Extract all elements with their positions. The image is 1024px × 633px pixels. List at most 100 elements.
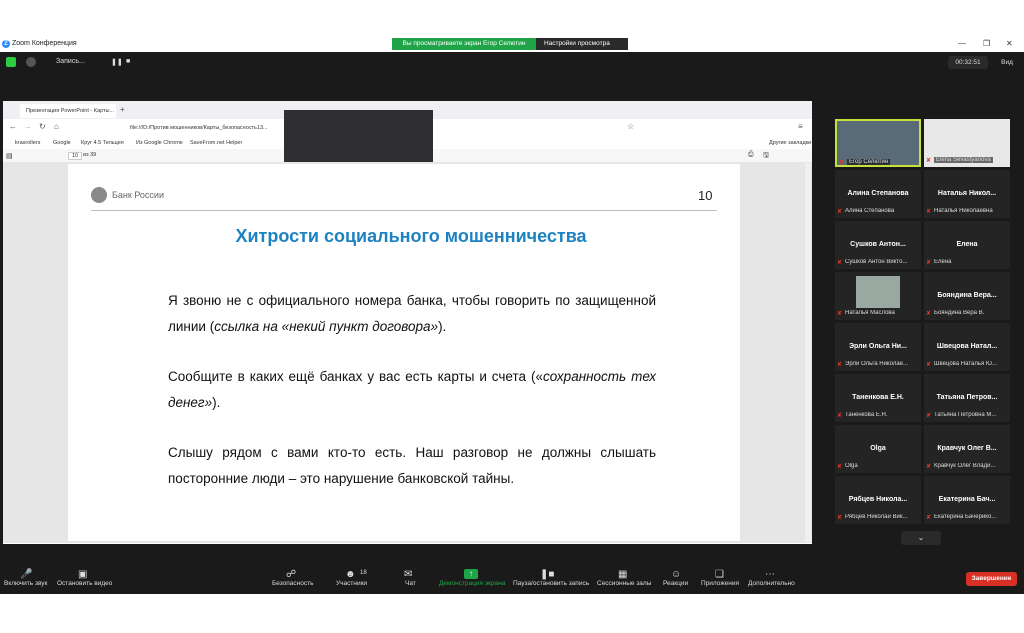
participant-label: Elena Sevastyanova	[934, 157, 993, 163]
bookmark-item[interactable]: Google	[53, 140, 71, 146]
shield-icon[interactable]	[6, 57, 16, 67]
pause-recording-icon[interactable]: ❚❚	[111, 58, 123, 66]
bookmark-item[interactable]: krasrollers	[15, 140, 40, 146]
stop-video-button[interactable]: Остановить видео	[57, 580, 112, 587]
muted-mic-icon: ✘	[837, 260, 843, 266]
browser-tab[interactable]: Презентация PowerPoint - Карты...	[20, 104, 116, 118]
participant-name: Татьяна Петров...	[936, 394, 998, 401]
participant-name: Таненкова Е.Н.	[852, 394, 904, 401]
breakout-rooms-button[interactable]: Сессионные залы	[597, 580, 651, 587]
stop-recording-icon[interactable]: ■	[126, 58, 130, 65]
restore-icon[interactable]: ❐	[983, 39, 990, 48]
menu-icon[interactable]: ≡	[798, 122, 803, 131]
other-bookmarks[interactable]: Другие закладки	[769, 140, 811, 146]
participant-tile[interactable]: Елена ✘ Елена	[924, 221, 1010, 269]
reactions-button[interactable]: Реакции	[663, 580, 688, 587]
muted-microphone-icon[interactable]: 🎤	[20, 569, 32, 580]
slide-number: 10	[698, 188, 713, 203]
slide-paragraph: Сообщите в каких ещё банках у вас есть к…	[168, 369, 656, 410]
view-button[interactable]: Вид	[994, 56, 1020, 69]
participant-label: Таненкова Е.Н.	[845, 412, 888, 418]
share-screen-button[interactable]: Демонстрация экрана	[439, 580, 505, 587]
share-screen-icon[interactable]: ↑	[464, 569, 478, 579]
participant-label: Сушков Антон Викто...	[845, 259, 908, 265]
reactions-icon[interactable]: ☺	[671, 569, 681, 580]
bookmark-item[interactable]: Круг 4.5 Тельцея	[81, 140, 124, 146]
muted-mic-icon: ✘	[926, 464, 932, 470]
bookmark-star-icon[interactable]: ☆	[627, 122, 634, 131]
apps-icon[interactable]: ❏	[715, 569, 724, 580]
participant-tile[interactable]: Татьяна Петров... ✘ Татьяна Петровна М...	[924, 374, 1010, 422]
reload-icon[interactable]: ↻	[39, 122, 46, 131]
participant-tile[interactable]: Рябцев Никола... ✘ Рябцев Николай Вик...	[835, 476, 921, 524]
muted-mic-icon: ✘	[926, 209, 932, 215]
print-icon[interactable]: ⎙	[748, 151, 754, 159]
security-shield-icon[interactable]: ☍	[286, 569, 296, 580]
view-settings-dropdown[interactable]: Настройки просмотра	[536, 38, 628, 50]
recording-label: Запись...	[56, 58, 85, 65]
video-camera-icon[interactable]: ▣	[78, 569, 87, 580]
participant-label: Егор Селютин	[847, 159, 891, 165]
participant-label: Эрли Ольга Николае...	[845, 361, 909, 367]
participant-tile[interactable]: ✘ Наталья Маслова	[835, 272, 921, 320]
participant-tile[interactable]: ✘ Егор Селютин	[835, 119, 921, 167]
forward-icon[interactable]: →	[24, 122, 32, 131]
participants-icon[interactable]: ☻	[345, 569, 356, 580]
more-icon[interactable]: ⋯	[765, 569, 775, 580]
participant-tile[interactable]: Бояндина Вера... ✘ Бояндина Вера В.	[924, 272, 1010, 320]
close-icon[interactable]: ✕	[1006, 39, 1013, 48]
participant-tile[interactable]: Алина Степанова ✘ Алина Степанова	[835, 170, 921, 218]
meeting-toolbar	[0, 567, 1024, 594]
participant-tile[interactable]: Швецова Натал... ✘ Швецова Наталья Ю...	[924, 323, 1010, 371]
participant-name: Olga	[870, 445, 886, 452]
record-control-button[interactable]: Пауза/остановить запись	[513, 580, 589, 587]
participant-name: Екатерина Бач...	[938, 496, 996, 503]
chevron-down-icon[interactable]: ⌄	[901, 531, 941, 545]
participant-tile[interactable]: Сушков Антон... ✘ Сушков Антон Викто...	[835, 221, 921, 269]
participant-tile[interactable]: Olga ✘ Olga	[835, 425, 921, 473]
muted-mic-icon: ✘	[837, 464, 843, 470]
sidebar-toggle-icon[interactable]: ▤	[6, 152, 13, 160]
participant-label: Кравчук Олег Влади...	[934, 463, 996, 469]
participant-tile[interactable]: Эрли Ольга Ни... ✘ Эрли Ольга Николае...	[835, 323, 921, 371]
slide-paragraph: Я звоню не с официального номера банка, …	[168, 293, 656, 334]
bookmark-item[interactable]: Из Google Chrome	[136, 140, 183, 146]
participant-name: Швецова Натал...	[936, 343, 998, 350]
page-number-input[interactable]: 10	[68, 152, 83, 160]
participant-label: Елена	[934, 259, 952, 265]
muted-mic-icon: ✘	[837, 515, 843, 521]
slide-divider	[91, 210, 717, 211]
apps-button[interactable]: Приложения	[701, 580, 739, 587]
participant-label: Наталья Николаевна	[934, 208, 993, 214]
breakout-rooms-icon[interactable]: ▦	[618, 569, 627, 580]
more-button[interactable]: Дополнительно	[748, 580, 795, 587]
occluding-window	[284, 110, 433, 162]
participant-tile[interactable]: Кравчук Олег В... ✘ Кравчук Олег Влади...	[924, 425, 1010, 473]
save-icon[interactable]: 🖫	[763, 151, 769, 162]
chat-button[interactable]: Чат	[405, 580, 416, 587]
participant-tile[interactable]: Екатерина Бач... ✘ Екатерина Бачерико...	[924, 476, 1010, 524]
participant-tile[interactable]: Наталья Никол... ✘ Наталья Николаевна	[924, 170, 1010, 218]
home-icon[interactable]: ⌂	[54, 122, 59, 131]
muted-mic-icon: ✘	[839, 160, 845, 166]
chat-icon[interactable]: ✉	[404, 569, 412, 580]
participant-tile[interactable]: ✘ Elena Sevastyanova	[924, 119, 1010, 167]
page-total: из 39	[83, 152, 97, 158]
participants-button[interactable]: Участники	[336, 580, 367, 587]
participant-tile[interactable]: Таненкова Е.Н. ✘ Таненкова Е.Н.	[835, 374, 921, 422]
security-button[interactable]: Безопасность	[272, 580, 313, 587]
end-meeting-button[interactable]: Завершение	[966, 572, 1017, 586]
participant-label: Рябцев Николай Вик...	[845, 514, 908, 520]
desktop-background	[0, 594, 1024, 633]
minimize-icon[interactable]: —	[958, 39, 966, 48]
participant-label: Наталья Маслова	[845, 310, 895, 316]
participant-label: Алина Степанова	[845, 208, 895, 214]
new-tab-icon[interactable]: +	[120, 105, 125, 114]
bookmark-item[interactable]: SaveFrom.net Helper	[190, 140, 242, 146]
pdf-scrollbar[interactable]	[805, 163, 811, 542]
bank-logo-icon	[91, 187, 107, 203]
unmute-button[interactable]: Включить звук	[4, 580, 47, 587]
back-icon[interactable]: ←	[9, 122, 17, 131]
participant-name: Сушков Антон...	[850, 241, 906, 248]
pause-stop-record-icon[interactable]: ❚■	[540, 569, 554, 580]
